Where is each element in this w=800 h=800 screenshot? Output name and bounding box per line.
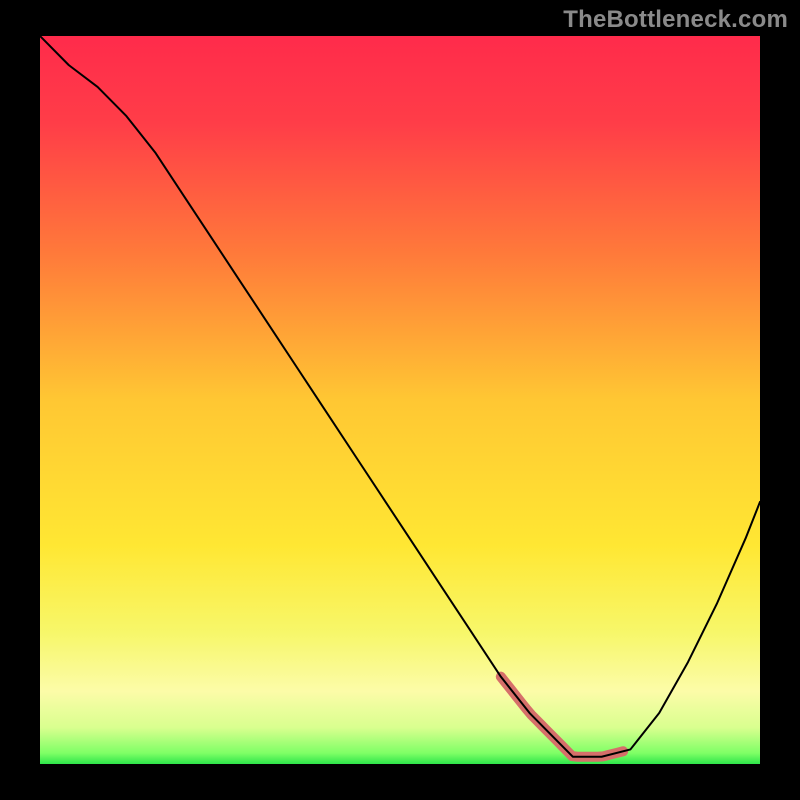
chart-svg	[40, 36, 760, 764]
chart-frame: TheBottleneck.com	[0, 0, 800, 800]
watermark-text: TheBottleneck.com	[563, 6, 788, 34]
plot-area	[40, 36, 760, 764]
gradient-rect	[40, 36, 760, 764]
